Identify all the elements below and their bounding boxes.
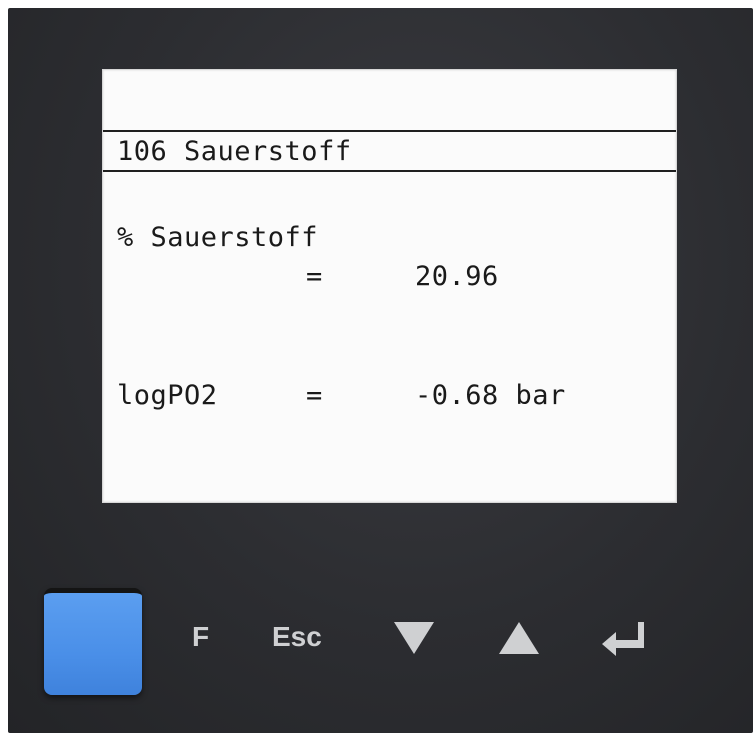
log-po2-equals: = [306, 380, 323, 411]
f-key[interactable]: F [192, 622, 209, 652]
blue-function-key[interactable] [44, 588, 142, 695]
lcd-status-bar [103, 70, 676, 130]
oxygen-percent-equals: = [306, 261, 323, 292]
instrument-panel: 106 Sauerstoff % Sauerstoff = 20.96 logP… [8, 8, 753, 733]
log-po2-value: -0.68 bar [415, 380, 566, 411]
oxygen-percent-label: % Sauerstoff [117, 222, 319, 253]
esc-key[interactable]: Esc [272, 622, 322, 652]
triangle-down-icon[interactable] [394, 622, 434, 654]
lcd-header-bar: 106 Sauerstoff [103, 130, 676, 172]
enter-return-icon[interactable] [596, 618, 652, 658]
triangle-up-icon[interactable] [499, 622, 539, 654]
lcd-display: 106 Sauerstoff % Sauerstoff = 20.96 logP… [102, 69, 677, 503]
lcd-header-title: 106 Sauerstoff [117, 136, 352, 167]
log-po2-label: logPO2 [117, 380, 218, 411]
keypad: F Esc [8, 578, 753, 708]
oxygen-percent-value: 20.96 [415, 261, 499, 292]
